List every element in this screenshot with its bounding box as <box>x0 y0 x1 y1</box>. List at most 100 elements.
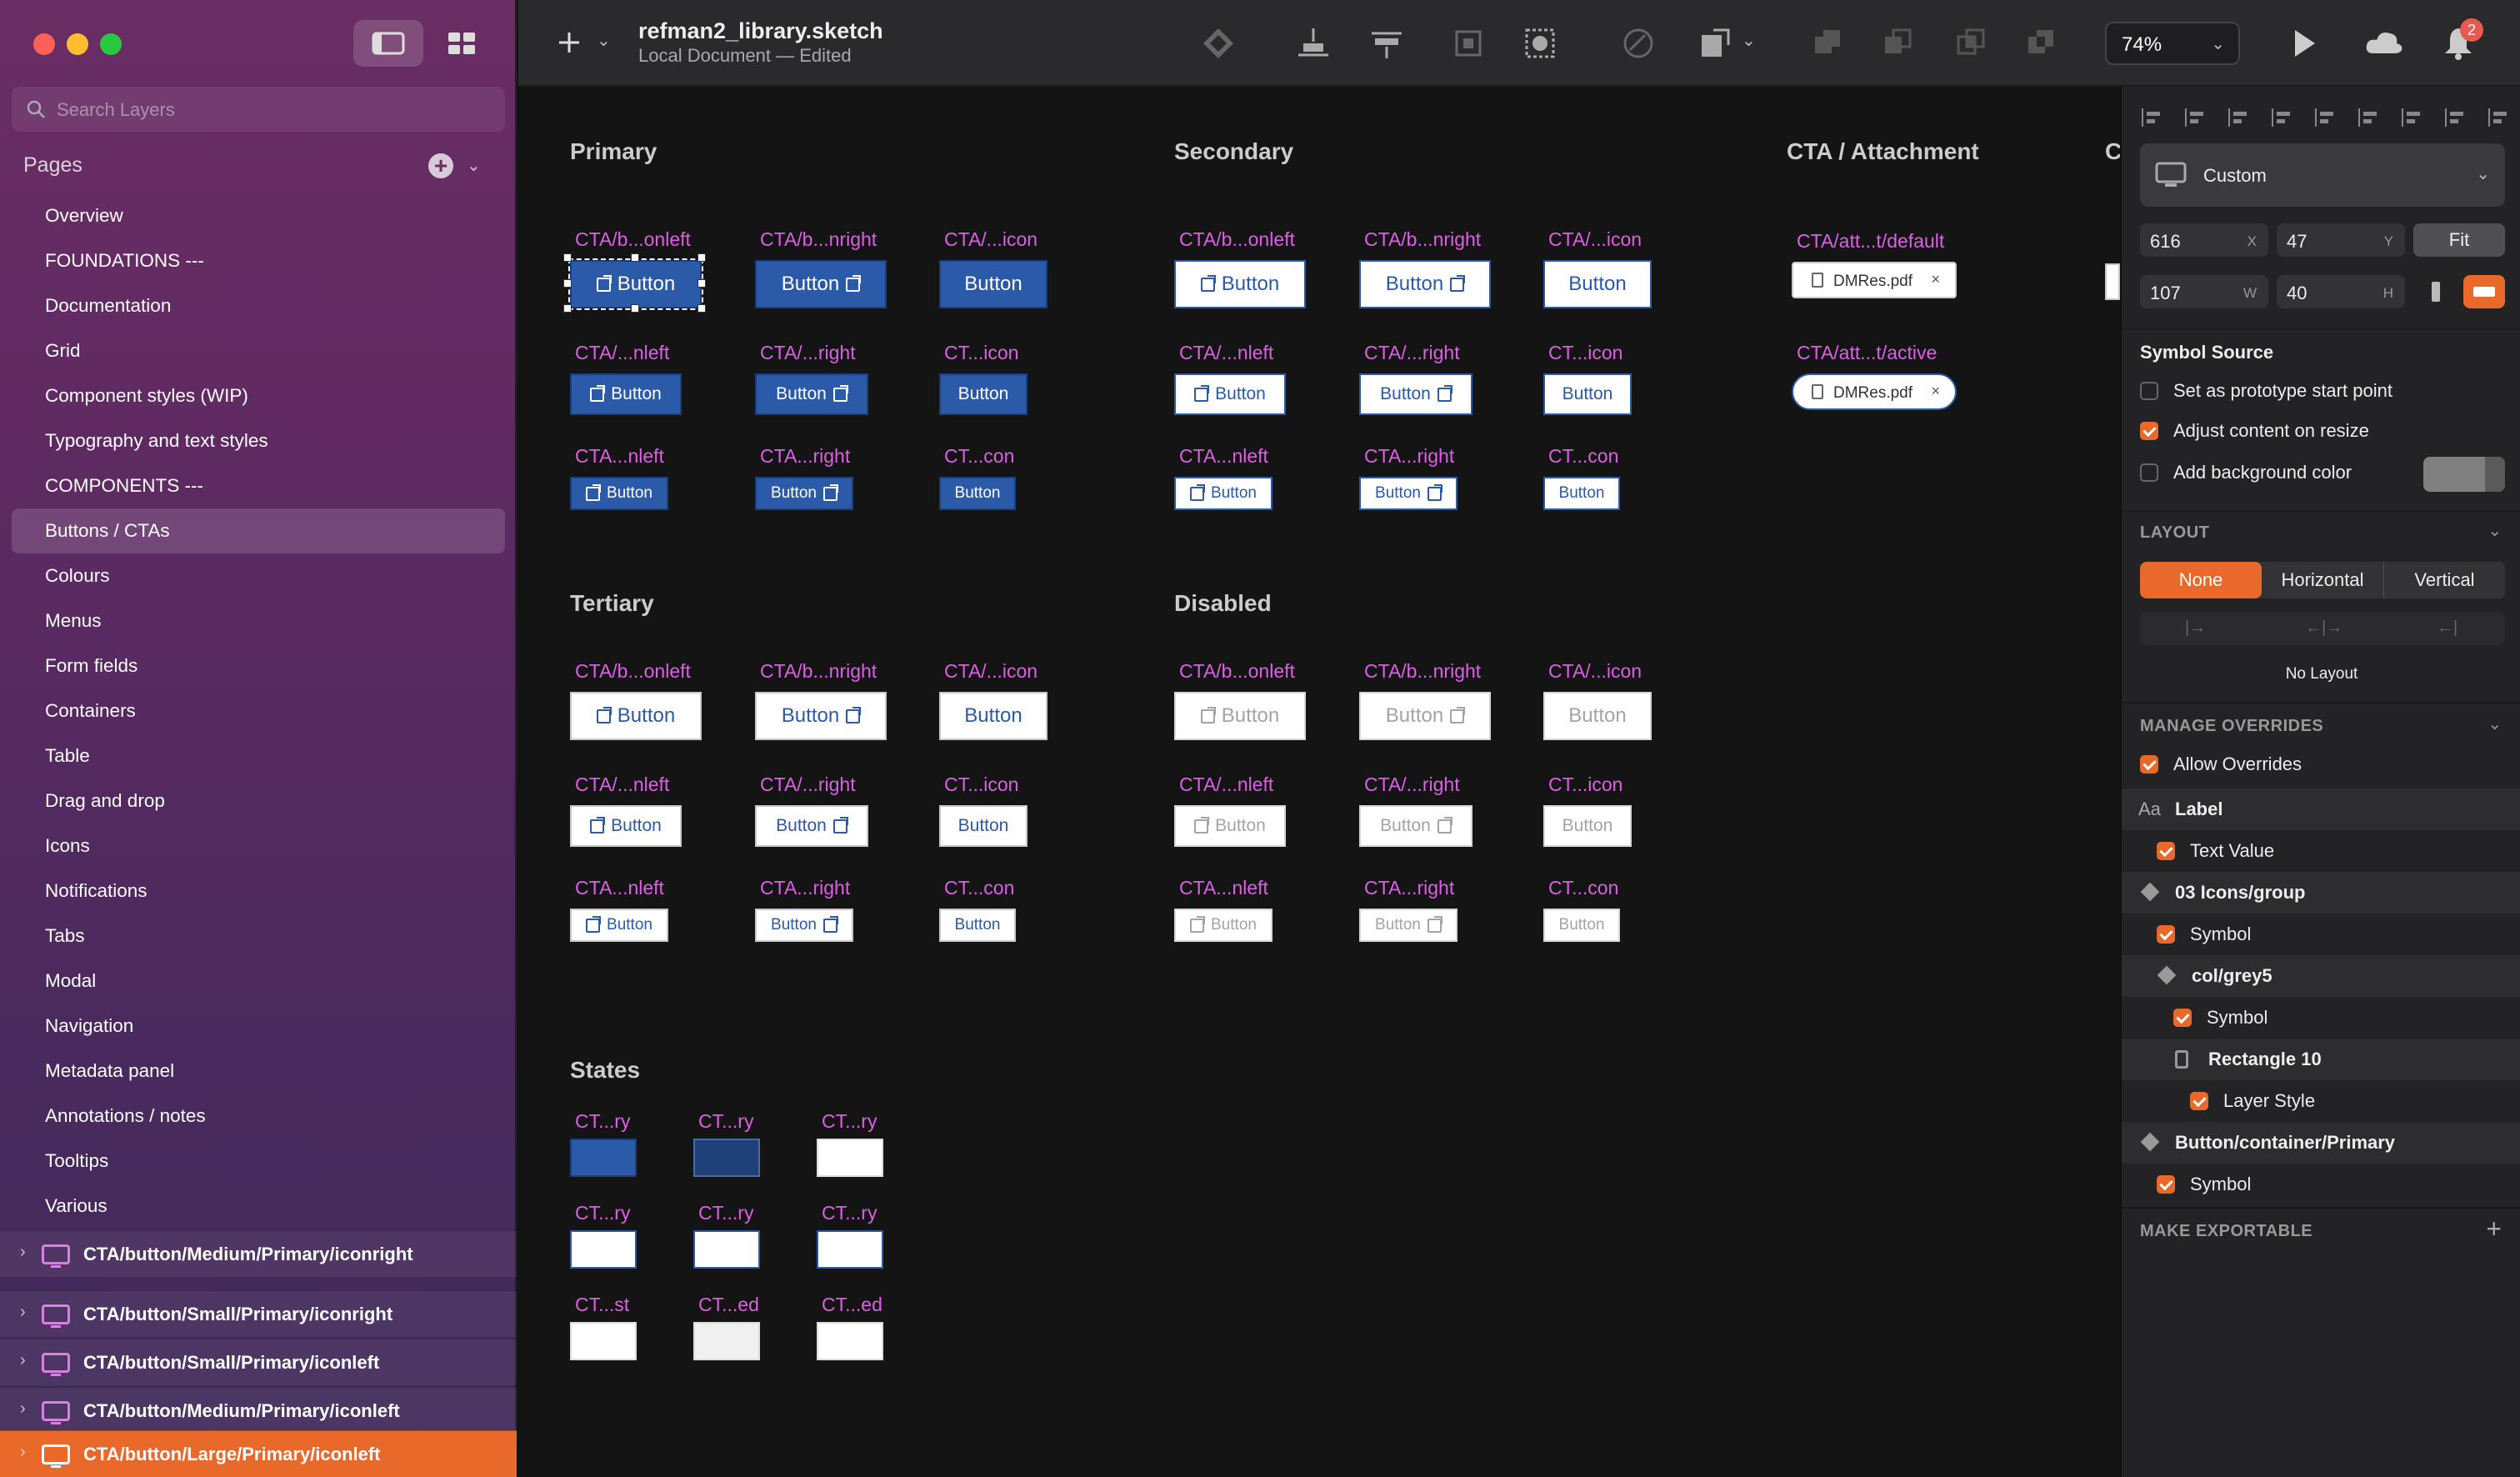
state-swatch[interactable] <box>817 1322 883 1360</box>
page-item[interactable]: Documentation <box>12 283 505 328</box>
distribute-icon[interactable] <box>1368 25 1405 62</box>
expand-chevron-icon[interactable]: › <box>20 1399 26 1419</box>
boolean-icon[interactable] <box>1620 25 1657 62</box>
secondary-button[interactable]: Button <box>1359 477 1458 510</box>
page-item[interactable]: Containers <box>12 688 505 733</box>
landscape-orientation-button[interactable] <box>2463 275 2505 308</box>
align-top-icon[interactable] <box>2313 107 2338 128</box>
state-swatch[interactable] <box>817 1230 883 1269</box>
subtract-icon[interactable] <box>1880 25 1917 62</box>
layout-horizontal-button[interactable]: Horizontal <box>2262 562 2383 598</box>
page-item[interactable]: Tabs <box>12 914 505 959</box>
layout-none-button[interactable]: None <box>2140 562 2262 598</box>
override-checkbox[interactable] <box>2173 1009 2192 1027</box>
disabled-button[interactable]: Button <box>1174 909 1272 942</box>
page-item[interactable]: Grid <box>12 328 505 373</box>
primary-button[interactable]: Button <box>755 260 887 308</box>
override-row[interactable]: col/grey5 <box>2122 955 2520 997</box>
page-item[interactable]: Typography and text styles <box>12 418 505 463</box>
secondary-button[interactable]: Button <box>1174 260 1306 308</box>
add-export-plus-icon[interactable]: + <box>2486 1214 2502 1244</box>
page-item[interactable]: Notifications <box>12 869 505 914</box>
background-color-swatch[interactable] <box>2423 457 2505 492</box>
attachment-chip[interactable]: DMRes.pdf × <box>1792 373 1957 410</box>
distribute-vertical-icon[interactable] <box>2400 107 2425 128</box>
secondary-button[interactable]: Button <box>1359 260 1491 308</box>
align-left-icon[interactable] <box>2140 107 2165 128</box>
tertiary-button[interactable]: Button <box>570 909 668 942</box>
pages-collapse-chevron-icon[interactable]: ⌄ <box>467 155 481 176</box>
resize-handle[interactable] <box>698 253 706 262</box>
override-checkbox[interactable] <box>2157 925 2175 944</box>
play-preview-icon[interactable] <box>2285 25 2322 62</box>
primary-button[interactable]: Button <box>755 373 868 415</box>
tertiary-button[interactable]: Button <box>939 805 1028 847</box>
override-row[interactable]: Button/container/Primary <box>2122 1122 2520 1164</box>
page-item[interactable]: FOUNDATIONS --- <box>12 238 505 283</box>
page-item[interactable]: Menus <box>12 598 505 643</box>
attachment-chip[interactable]: DMRes.pdf × <box>1792 262 1957 298</box>
layer-row[interactable]: › CTA/button/Medium/Primary/iconleft <box>0 1387 517 1434</box>
zoom-select[interactable]: 74% ⌄ <box>2105 22 2240 65</box>
tertiary-button[interactable]: Button <box>755 805 868 847</box>
add-background-checkbox[interactable] <box>2140 463 2158 482</box>
page-item[interactable]: Tooltips <box>12 1139 505 1184</box>
align-bottom-icon[interactable] <box>2443 107 2468 128</box>
height-field[interactable]: 40 H <box>2277 275 2405 308</box>
page-item[interactable]: Icons <box>12 824 505 869</box>
page-item[interactable]: Form fields <box>12 643 505 688</box>
page-item[interactable]: Table <box>12 733 505 779</box>
state-swatch[interactable] <box>817 1139 883 1177</box>
override-row[interactable]: Symbol <box>2122 914 2520 955</box>
layer-row[interactable]: › CTA/button/Large/Primary/iconleft <box>0 1430 517 1477</box>
primary-button[interactable]: Button <box>939 477 1016 510</box>
page-item[interactable]: Annotations / notes <box>12 1094 505 1139</box>
resize-handle[interactable] <box>563 304 572 313</box>
prototype-start-checkbox[interactable] <box>2140 382 2158 400</box>
tertiary-button[interactable]: Button <box>570 692 702 740</box>
disabled-button[interactable]: Button <box>1359 692 1491 740</box>
resize-handle[interactable] <box>698 279 706 288</box>
page-item[interactable]: Overview <box>12 193 505 238</box>
page-item[interactable]: Metadata panel <box>12 1049 505 1094</box>
override-row[interactable]: Symbol <box>2122 1164 2520 1205</box>
page-item[interactable]: Navigation <box>12 1004 505 1049</box>
layer-row[interactable]: › CTA/button/Medium/Primary/iconright <box>0 1230 517 1277</box>
page-item[interactable]: Buttons / CTAs <box>12 508 505 553</box>
override-row[interactable]: Text Value <box>2122 830 2520 872</box>
override-row[interactable]: Aa Label <box>2122 789 2520 830</box>
disabled-button[interactable]: Button <box>1543 805 1632 847</box>
cloud-icon[interactable] <box>2363 25 2405 62</box>
align-right-icon[interactable]: ←| <box>2437 618 2458 638</box>
rotate-icon[interactable] <box>1697 25 1733 62</box>
layout-vertical-button[interactable]: Vertical <box>2383 562 2505 598</box>
tertiary-button[interactable]: Button <box>939 692 1048 740</box>
allow-overrides-checkbox[interactable] <box>2140 755 2158 774</box>
adjust-content-checkbox[interactable] <box>2140 422 2158 440</box>
page-item[interactable]: Various <box>12 1184 505 1229</box>
rotate-chevron-down-icon[interactable]: ⌄ <box>1742 30 1756 51</box>
remove-attachment-icon[interactable]: × <box>1931 383 1940 400</box>
layout-chevron-icon[interactable]: ⌄ <box>2488 520 2502 541</box>
components-view-button[interactable] <box>427 20 497 67</box>
canvas-view-button[interactable] <box>353 20 423 67</box>
override-checkbox[interactable] <box>2190 1092 2208 1110</box>
tertiary-button[interactable]: Button <box>755 692 887 740</box>
secondary-button[interactable]: Button <box>1174 477 1272 510</box>
close-window-button[interactable] <box>33 33 55 55</box>
disabled-button[interactable]: Button <box>1174 692 1306 740</box>
resize-handle[interactable] <box>563 279 572 288</box>
disabled-button[interactable]: Button <box>1174 805 1286 847</box>
insert-plus-icon[interactable] <box>557 30 582 55</box>
secondary-button[interactable]: Button <box>1543 373 1632 415</box>
override-checkbox[interactable] <box>2157 842 2175 860</box>
mask-icon[interactable] <box>1522 25 1558 62</box>
resize-handle[interactable] <box>698 304 706 313</box>
state-swatch[interactable] <box>570 1322 637 1360</box>
minimize-window-button[interactable] <box>67 33 88 55</box>
primary-button[interactable]: Button <box>939 260 1048 308</box>
page-item[interactable]: Component styles (WIP) <box>12 373 505 418</box>
tertiary-button[interactable]: Button <box>755 909 853 942</box>
secondary-button[interactable]: Button <box>1543 477 1620 510</box>
disabled-button[interactable]: Button <box>1543 909 1620 942</box>
